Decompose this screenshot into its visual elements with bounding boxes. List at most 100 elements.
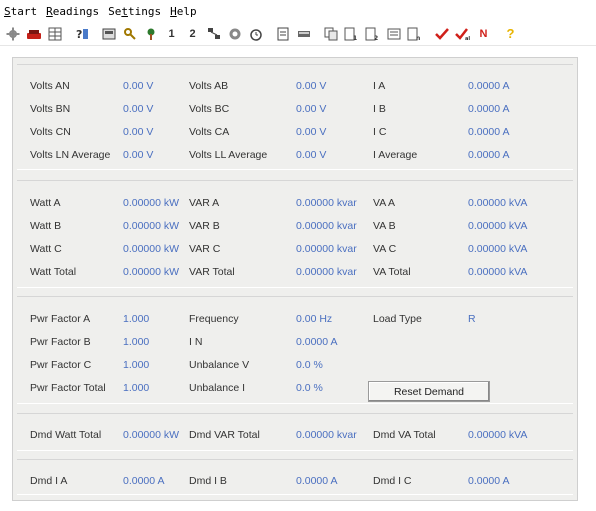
- current-c-label: I C: [373, 126, 387, 138]
- menu-start[interactable]: Start: [4, 5, 37, 18]
- pwr-factor-total-label: Pwr Factor Total: [30, 382, 106, 394]
- reset-demand-button[interactable]: Reset Demand: [368, 381, 490, 402]
- dmd-current-c-label: Dmd I C: [373, 475, 412, 487]
- meter-readings-window: Start Readings Settings Help ? 1 2 1 2 n…: [0, 0, 596, 511]
- dmd-current-a-label: Dmd I A: [30, 475, 68, 487]
- va-a-value: 0.00000 kVA: [468, 197, 528, 209]
- document-2-icon[interactable]: 2: [364, 25, 381, 42]
- one-label[interactable]: 1: [163, 25, 180, 42]
- display-icon[interactable]: [100, 25, 117, 42]
- dmd-va-total-label: Dmd VA Total: [373, 429, 436, 441]
- frequency-value: 0.00 Hz: [296, 313, 333, 325]
- volts-an-value: 0.00 V: [123, 80, 154, 92]
- watt-c-value: 0.00000 kW: [123, 243, 180, 255]
- neutral-current-label: I N: [189, 336, 203, 348]
- va-total-label: VA Total: [373, 266, 411, 278]
- current-b-label: I B: [373, 103, 386, 115]
- watt-b-label: Watt B: [30, 220, 62, 232]
- document-1-icon[interactable]: 1: [343, 25, 360, 42]
- unbalance-v-value: 0.0 %: [296, 359, 323, 371]
- volts-bn-value: 0.00 V: [123, 103, 154, 115]
- volts-ab-value: 0.00 V: [296, 80, 327, 92]
- va-c-value: 0.00000 kVA: [468, 243, 528, 255]
- page-icon[interactable]: [274, 25, 291, 42]
- settings-icon[interactable]: [4, 25, 21, 42]
- watt-a-label: Watt A: [30, 197, 61, 209]
- svg-text:1: 1: [353, 35, 357, 41]
- va-total-value: 0.00000 kVA: [468, 266, 528, 278]
- dmd-va-total-value: 0.00000 kVA: [468, 429, 528, 441]
- var-b-label: VAR B: [189, 220, 220, 232]
- volts-ln-average-label: Volts LN Average: [30, 149, 111, 161]
- unbalance-v-label: Unbalance V: [189, 359, 250, 371]
- va-a-label: VA A: [373, 197, 395, 209]
- pwr-factor-total-value: 1.000: [123, 382, 150, 394]
- volts-bn-label: Volts BN: [30, 103, 71, 115]
- pwr-factor-b-label: Pwr Factor B: [30, 336, 91, 348]
- volts-ln-average-value: 0.00 V: [123, 149, 154, 161]
- dmd-current-a-value: 0.0000 A: [123, 475, 165, 487]
- volts-ca-value: 0.00 V: [296, 126, 327, 138]
- key-icon[interactable]: [121, 25, 138, 42]
- toolbar: ? 1 2 1 2 n a N ?: [0, 22, 596, 46]
- pwr-factor-a-label: Pwr Factor A: [30, 313, 91, 325]
- dmd-var-total-value: 0.00000 kvar: [296, 429, 357, 441]
- current-average-value: 0.0000 A: [468, 149, 510, 161]
- monitor-icon[interactable]: [295, 25, 312, 42]
- copy-icon[interactable]: [322, 25, 339, 42]
- volts-bc-label: Volts BC: [189, 103, 230, 115]
- current-average-label: I Average: [373, 149, 418, 161]
- dmd-current-b-value: 0.0000 A: [296, 475, 338, 487]
- network-icon[interactable]: [205, 25, 222, 42]
- svg-text:n: n: [416, 35, 420, 41]
- event-icon[interactable]: [385, 25, 402, 42]
- menu-help[interactable]: Help: [170, 5, 197, 18]
- connect-icon[interactable]: [25, 25, 42, 42]
- readings-panel: Volts AN 0.00 V Volts AB 0.00 V I A 0.00…: [12, 57, 578, 501]
- var-total-value: 0.00000 kvar: [296, 266, 357, 278]
- current-a-value: 0.0000 A: [468, 80, 510, 92]
- help-icon[interactable]: ?: [73, 25, 90, 42]
- volts-an-label: Volts AN: [30, 80, 70, 92]
- frequency-label: Frequency: [189, 313, 239, 325]
- dmd-current-b-label: Dmd I B: [189, 475, 227, 487]
- svg-text:2: 2: [374, 35, 378, 41]
- watt-a-value: 0.00000 kW: [123, 197, 180, 209]
- tool-icon[interactable]: [142, 25, 159, 42]
- va-b-value: 0.00000 kVA: [468, 220, 528, 232]
- watt-total-label: Watt Total: [30, 266, 77, 278]
- va-c-label: VA C: [373, 243, 397, 255]
- var-total-label: VAR Total: [189, 266, 235, 278]
- volts-ll-average-label: Volts LL Average: [189, 149, 268, 161]
- dmd-watt-total-value: 0.00000 kW: [123, 429, 180, 441]
- unbalance-i-value: 0.0 %: [296, 382, 323, 394]
- watt-total-value: 0.00000 kW: [123, 266, 180, 278]
- volts-ll-average-value: 0.00 V: [296, 149, 327, 161]
- menu-settings[interactable]: Settings: [108, 5, 161, 18]
- volts-ca-label: Volts CA: [189, 126, 230, 138]
- va-b-label: VA B: [373, 220, 396, 232]
- record-icon[interactable]: [226, 25, 243, 42]
- watt-b-value: 0.00000 kW: [123, 220, 180, 232]
- current-a-label: I A: [373, 80, 386, 92]
- check-icon[interactable]: [433, 25, 450, 42]
- dmd-current-c-value: 0.0000 A: [468, 475, 510, 487]
- volts-bc-value: 0.00 V: [296, 103, 327, 115]
- var-a-value: 0.00000 kvar: [296, 197, 357, 209]
- alarm-icon[interactable]: [247, 25, 264, 42]
- pwr-factor-c-value: 1.000: [123, 359, 150, 371]
- pwr-factor-c-label: Pwr Factor C: [30, 359, 92, 371]
- check-all-icon[interactable]: all: [454, 25, 471, 42]
- pwr-factor-a-value: 1.000: [123, 313, 150, 325]
- volts-cn-value: 0.00 V: [123, 126, 154, 138]
- two-label[interactable]: 2: [184, 25, 201, 42]
- menu-readings[interactable]: Readings: [46, 5, 99, 18]
- dmd-var-total-label: Dmd VAR Total: [189, 429, 260, 441]
- current-b-value: 0.0000 A: [468, 103, 510, 115]
- question-icon[interactable]: ?: [502, 25, 519, 42]
- var-b-value: 0.00000 kvar: [296, 220, 357, 232]
- n-label[interactable]: N: [475, 25, 492, 42]
- grid-icon[interactable]: [46, 25, 63, 42]
- document-n-icon[interactable]: n: [406, 25, 423, 42]
- svg-text:all: all: [465, 36, 470, 41]
